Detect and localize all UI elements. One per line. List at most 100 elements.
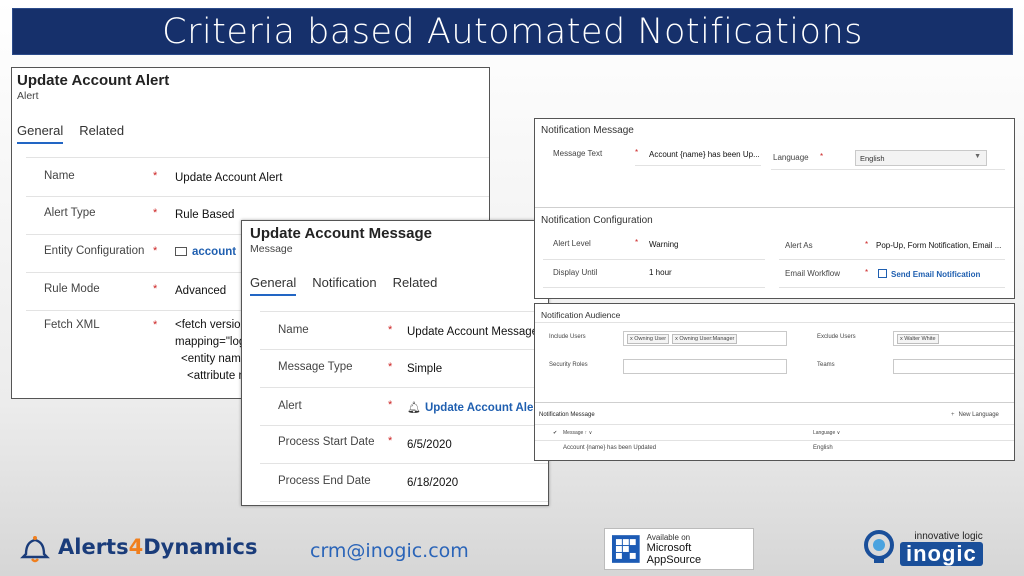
select-all-checkmark-icon[interactable]: ✔ xyxy=(553,430,557,436)
alert-level-value[interactable]: Warning xyxy=(649,240,679,249)
slide-title: Criteria based Automated Notifications xyxy=(12,8,1013,55)
language-label: Language xyxy=(773,153,809,162)
contact-email[interactable]: crm@inogic.com xyxy=(310,540,469,562)
section-title: Notification Audience xyxy=(541,310,621,320)
appsource-badge[interactable]: Available on Microsoft AppSource xyxy=(604,528,754,570)
display-until-label: Display Until xyxy=(553,268,598,277)
entity-record-icon xyxy=(175,247,187,256)
brand-number: 4 xyxy=(128,535,144,559)
user-tag[interactable]: x Owning User:Manager xyxy=(672,333,738,344)
user-tag[interactable]: x Owning User xyxy=(627,333,670,344)
form-title: Update Account Message xyxy=(250,225,432,242)
tab-general[interactable]: General xyxy=(17,123,64,144)
section-divider xyxy=(535,207,1014,208)
form-entity-name: Alert xyxy=(17,90,39,102)
inogic-tagline: innovative logic xyxy=(914,530,983,542)
message-text-value[interactable]: Account {name} has been Up... xyxy=(649,150,760,159)
email-workflow-lookup: Send Email Notification xyxy=(878,269,980,279)
tab-notification[interactable]: Notification xyxy=(312,275,376,296)
email-workflow-link[interactable]: Send Email Notification xyxy=(891,270,980,279)
field-value[interactable]: Rule Based xyxy=(175,209,234,221)
fetch-xml-line: <fetch version xyxy=(175,319,247,331)
field-alert[interactable]: Alert * 🔔︎ Update Account Alert xyxy=(260,388,548,426)
language-cell: English xyxy=(813,445,833,451)
required-marker: * xyxy=(153,207,158,219)
display-until-value[interactable]: 1 hour xyxy=(649,268,672,277)
divider xyxy=(543,259,765,260)
required-marker: * xyxy=(635,148,639,157)
include-users-label: Include Users xyxy=(549,334,586,340)
teams-input[interactable] xyxy=(893,359,1014,374)
field-label: Alert Type xyxy=(44,207,96,219)
field-label: Alert xyxy=(278,400,302,412)
required-marker: * xyxy=(388,399,393,411)
form-tabs: General Notification Related xyxy=(250,275,437,296)
alert-as-value[interactable]: Pop-Up, Form Notification, Email ... xyxy=(876,241,1001,250)
user-tag[interactable]: x Walter White xyxy=(897,333,939,344)
field-label: Rule Mode xyxy=(44,283,100,295)
field-message-type[interactable]: Message Type * Simple xyxy=(260,350,548,388)
section-title: Notification Configuration xyxy=(541,215,653,226)
tab-general[interactable]: General xyxy=(250,275,297,296)
tab-related[interactable]: Related xyxy=(79,123,124,144)
required-marker: * xyxy=(635,238,639,247)
field-value[interactable]: Simple xyxy=(407,363,442,375)
field-label: Entity Configuration xyxy=(44,245,145,257)
divider xyxy=(543,287,765,288)
field-name[interactable]: Name * Update Account Message xyxy=(260,311,548,350)
microsoft-appsource-icon xyxy=(611,535,640,563)
entity-link[interactable]: account xyxy=(192,246,236,258)
form-tabs: General Related xyxy=(17,123,124,144)
divider xyxy=(771,169,1005,170)
tab-related[interactable]: Related xyxy=(393,275,438,296)
field-process-start-date[interactable]: Process Start Date * 6/5/2020 xyxy=(260,426,548,464)
field-process-end-date[interactable]: Process End Date 6/18/2020 xyxy=(260,464,548,502)
inogic-bulb-icon xyxy=(864,530,894,563)
field-value[interactable]: Advanced xyxy=(175,285,226,297)
security-roles-input[interactable] xyxy=(623,359,787,374)
email-workflow-label: Email Workflow xyxy=(785,269,840,278)
alert-link[interactable]: Update Account Alert xyxy=(425,402,542,414)
message-text-label: Message Text xyxy=(553,149,603,158)
appsource-line2: Microsoft AppSource xyxy=(646,541,702,566)
grid-title: Notification Message xyxy=(539,412,595,418)
field-value[interactable]: 6/5/2020 xyxy=(407,439,452,451)
required-marker: * xyxy=(388,324,393,336)
alert-level-label: Alert Level xyxy=(553,239,591,248)
required-marker: * xyxy=(153,170,158,182)
field-label: Process Start Date xyxy=(278,436,375,448)
exclude-users-label: Exclude Users xyxy=(817,334,856,340)
field-name[interactable]: Name * Update Account Alert xyxy=(26,157,489,197)
appsource-line1: Available on xyxy=(646,532,691,542)
language-select[interactable]: English ▼ xyxy=(855,150,987,166)
message-cell: Account {name} has been Updated xyxy=(563,445,657,451)
divider xyxy=(535,440,1014,441)
message-form-panel: Update Account Message Message General N… xyxy=(241,220,549,506)
bell-icon: 🔔︎ xyxy=(407,402,421,414)
field-value[interactable]: 6/18/2020 xyxy=(407,477,458,489)
new-language-button[interactable]: + New Language xyxy=(951,412,999,418)
notification-settings-panel: Notification Message Message Text * Acco… xyxy=(534,118,1015,299)
form-entity-name: Message xyxy=(250,243,293,255)
alert-lookup: 🔔︎ Update Account Alert xyxy=(407,401,542,414)
teams-label: Teams xyxy=(817,362,835,368)
field-value[interactable]: Update Account Alert xyxy=(175,172,282,184)
divider xyxy=(635,165,761,166)
bell-logo-icon xyxy=(20,536,50,563)
required-marker: * xyxy=(865,240,869,249)
exclude-users-input[interactable]: x Walter White xyxy=(893,331,1014,346)
required-marker: * xyxy=(820,152,824,161)
column-header-language[interactable]: Language ∨ xyxy=(813,430,840,436)
chevron-down-icon: ▼ xyxy=(974,153,981,160)
include-users-input[interactable]: x Owning User x Owning User:Manager xyxy=(623,331,787,346)
brand-part: Alerts xyxy=(58,535,129,559)
column-header-message[interactable]: Message ↑ ∨ xyxy=(563,430,592,436)
field-label: Fetch XML xyxy=(44,319,100,331)
field-value[interactable]: Update Account Message xyxy=(407,326,538,338)
form-title: Update Account Alert xyxy=(17,72,170,89)
table-row[interactable]: Account {name} has been Updated English xyxy=(535,443,1014,457)
fetch-xml-line: <entity name xyxy=(181,353,248,365)
fetch-xml-line: mapping="log xyxy=(175,336,246,348)
divider xyxy=(535,424,1014,425)
fetch-xml-line: <attribute n xyxy=(187,370,245,382)
